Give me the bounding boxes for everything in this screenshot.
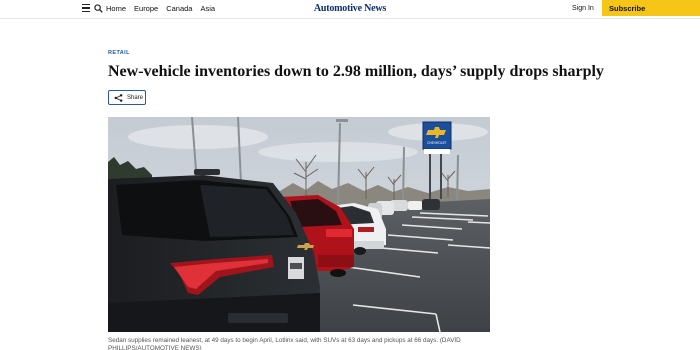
article-photo: CHEVROLET [108, 117, 490, 332]
top-nav-bar: Home Europe Canada Asia Automotive News … [0, 0, 700, 19]
dealer-sign-text: CHEVROLET [427, 141, 447, 145]
photo-caption: Sedan supplies remained leanest, at 49 d… [108, 337, 461, 350]
article-category[interactable]: RETAIL [108, 50, 130, 56]
section-nav: Home Europe Canada Asia [106, 4, 215, 13]
article-headline: New-vehicle inventories down to 2.98 mil… [108, 63, 604, 80]
hamburger-menu-icon[interactable] [82, 4, 90, 12]
site-logo-wrap: Automotive News [0, 3, 700, 14]
subscribe-button[interactable]: Subscribe [602, 0, 700, 16]
nav-link-canada[interactable]: Canada [166, 4, 192, 13]
sign-in-link[interactable]: Sign In [572, 5, 594, 12]
nav-link-asia[interactable]: Asia [200, 4, 215, 13]
nav-link-europe[interactable]: Europe [134, 4, 158, 13]
share-button[interactable]: Share [108, 90, 146, 105]
share-label: Share [127, 94, 144, 101]
nav-link-home[interactable]: Home [106, 4, 126, 13]
search-icon[interactable] [94, 4, 103, 13]
share-icon [114, 93, 123, 102]
site-logo[interactable]: Automotive News [314, 3, 386, 14]
